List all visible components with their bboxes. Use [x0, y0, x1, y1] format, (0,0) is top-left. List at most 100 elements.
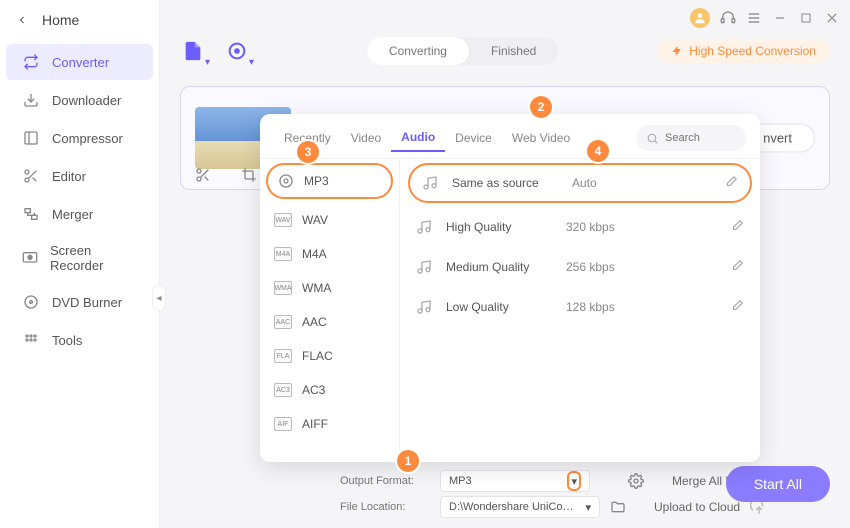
music-note-icon [416, 298, 434, 316]
quality-name: High Quality [446, 220, 566, 234]
sidebar-item-label: Editor [52, 169, 86, 184]
format-tab-device[interactable]: Device [445, 125, 502, 151]
format-wav[interactable]: WAV WAV [260, 203, 399, 237]
plus-icon: ▾ [205, 57, 210, 68]
recorder-icon [22, 249, 38, 267]
edit-icon[interactable] [730, 219, 744, 236]
format-badge-icon: AC3 [274, 383, 292, 397]
search-input[interactable] [665, 132, 735, 144]
format-flac[interactable]: FLA FLAC [260, 339, 399, 373]
format-m4a[interactable]: M4A M4A [260, 237, 399, 271]
crop-icon[interactable] [241, 167, 257, 183]
home-label: Home [42, 12, 79, 28]
format-aac[interactable]: AAC AAC [260, 305, 399, 339]
step-1-badge: 1 [397, 450, 419, 472]
sidebar-item-converter[interactable]: Converter [6, 44, 153, 80]
folder-icon[interactable] [610, 499, 626, 515]
high-speed-label: High Speed Conversion [689, 44, 816, 58]
format-wma[interactable]: WMA WMA [260, 271, 399, 305]
format-tab-audio[interactable]: Audio [391, 124, 445, 152]
download-icon [22, 91, 40, 109]
sidebar-item-label: Tools [52, 333, 82, 348]
trim-icon[interactable] [195, 167, 211, 183]
chevron-down-icon: ▾ [585, 501, 591, 514]
tab-finished[interactable]: Finished [469, 37, 558, 65]
quality-name: Medium Quality [446, 260, 566, 274]
edit-icon[interactable] [730, 299, 744, 316]
home-button[interactable]: Home [0, 0, 159, 40]
search-icon [646, 132, 659, 145]
quality-value: 128 kbps [566, 300, 615, 314]
sidebar-item-label: Screen Recorder [50, 243, 137, 273]
format-badge-icon: AIF [274, 417, 292, 431]
music-note-icon [416, 218, 434, 236]
add-dvd-button[interactable]: ▾ [224, 38, 250, 64]
format-aiff[interactable]: AIF AIFF [260, 407, 399, 441]
start-all-button[interactable]: Start All [726, 466, 830, 502]
sidebar-item-label: Converter [52, 55, 109, 70]
format-label: AIFF [302, 417, 328, 431]
quality-low-quality[interactable]: Low Quality128 kbps [400, 287, 760, 327]
quality-name: Low Quality [446, 300, 566, 314]
sidebar-item-dvd-burner[interactable]: DVD Burner [6, 284, 153, 320]
add-file-button[interactable]: ▾ [180, 38, 206, 64]
sidebar-item-label: DVD Burner [52, 295, 122, 310]
quality-medium-quality[interactable]: Medium Quality256 kbps [400, 247, 760, 287]
high-speed-badge[interactable]: High Speed Conversion [657, 39, 830, 63]
format-label: MP3 [304, 174, 329, 188]
format-label: WAV [302, 213, 328, 227]
sidebar-item-label: Compressor [52, 131, 123, 146]
quality-same-as-source[interactable]: Same as sourceAuto [408, 163, 752, 203]
scissors-icon [22, 167, 40, 185]
compress-icon [22, 129, 40, 147]
step-3-badge: 3 [297, 141, 319, 163]
music-note-icon [422, 174, 440, 192]
format-label: M4A [302, 247, 327, 261]
step-2-badge: 2 [530, 96, 552, 118]
sidebar-item-label: Merger [52, 207, 93, 222]
format-label: AC3 [302, 383, 325, 397]
converter-icon [22, 53, 40, 71]
output-format-label: Output Format: [340, 475, 430, 487]
format-badge-icon: FLA [274, 349, 292, 363]
edit-icon[interactable] [724, 175, 738, 192]
sidebar-item-compressor[interactable]: Compressor [6, 120, 153, 156]
format-badge-icon: WAV [274, 213, 292, 227]
format-tab-video[interactable]: Video [341, 125, 391, 151]
format-label: FLAC [302, 349, 333, 363]
quality-value: Auto [572, 176, 597, 190]
quality-value: 320 kbps [566, 220, 615, 234]
format-badge-icon: AAC [274, 315, 292, 329]
music-note-icon [416, 258, 434, 276]
merge-icon [22, 205, 40, 223]
quality-value: 256 kbps [566, 260, 615, 274]
tab-converting[interactable]: Converting [367, 37, 469, 65]
sidebar-item-label: Downloader [52, 93, 121, 108]
upload-cloud-label: Upload to Cloud [654, 500, 740, 514]
disc-icon [22, 293, 40, 311]
format-tab-web-video[interactable]: Web Video [502, 125, 580, 151]
sidebar-item-tools[interactable]: Tools [6, 322, 153, 358]
format-badge-icon: WMA [274, 281, 292, 295]
gear-icon[interactable] [628, 473, 644, 489]
grid-icon [22, 331, 40, 349]
output-format-select[interactable]: MP3 ▾ [440, 470, 590, 492]
file-location-label: File Location: [340, 501, 430, 513]
sidebar-item-merger[interactable]: Merger [6, 196, 153, 232]
search-input-wrap [636, 125, 746, 151]
format-ac3[interactable]: AC3 AC3 [260, 373, 399, 407]
format-badge-icon: M4A [274, 247, 292, 261]
file-location-select[interactable]: D:\Wondershare UniConverter 1 ▾ [440, 496, 600, 518]
format-mp3[interactable]: MP3 [266, 163, 393, 199]
sidebar-item-downloader[interactable]: Downloader [6, 82, 153, 118]
plus-icon: ▾ [249, 57, 254, 68]
format-label: WMA [302, 281, 331, 295]
quality-high-quality[interactable]: High Quality320 kbps [400, 207, 760, 247]
step-4-badge: 4 [587, 140, 609, 162]
chevron-down-icon[interactable]: ▾ [567, 471, 581, 491]
edit-icon[interactable] [730, 259, 744, 276]
quality-name: Same as source [452, 176, 572, 190]
format-label: AAC [302, 315, 327, 329]
sidebar-item-screen-recorder[interactable]: Screen Recorder [6, 234, 153, 282]
sidebar-item-editor[interactable]: Editor [6, 158, 153, 194]
